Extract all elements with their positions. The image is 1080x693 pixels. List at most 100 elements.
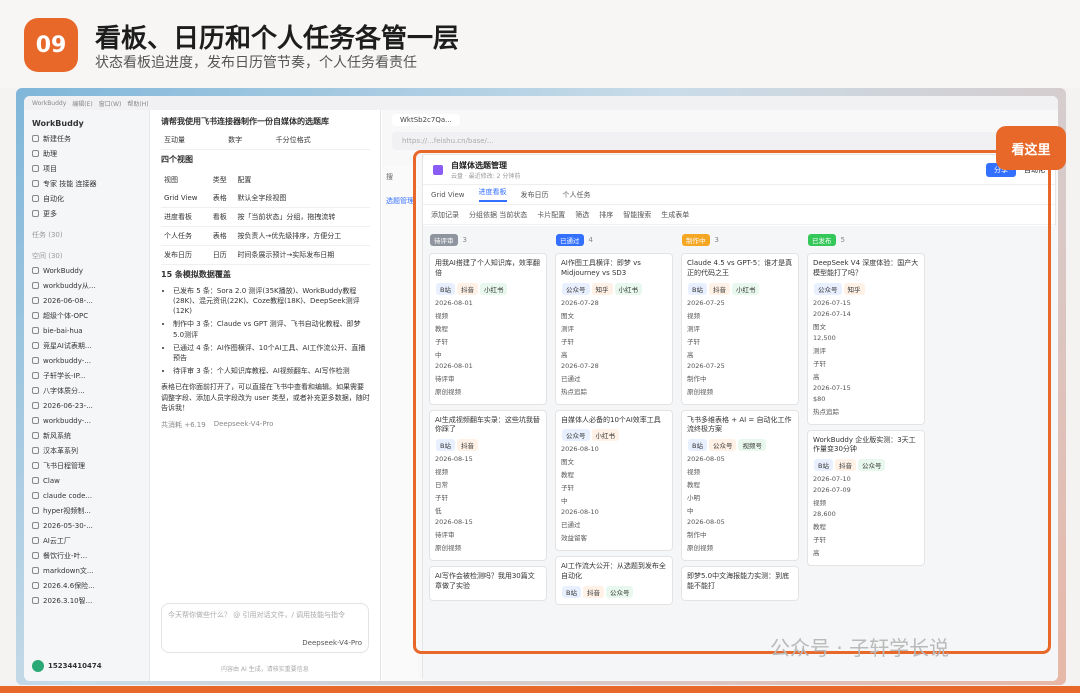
sidebar-nav-item[interactable]: 更多: [32, 206, 141, 221]
nav-icon: [32, 165, 39, 172]
message-meta: 共消耗 +6.19 Deepseek-V4-Pro: [161, 420, 370, 430]
sidebar-item-label: 2026-06-08-...: [43, 296, 93, 305]
menu-help[interactable]: 帮助(H): [127, 99, 148, 108]
model-label: Deepseek-V4-Pro: [213, 419, 274, 428]
avatar: [32, 659, 44, 672]
highlight-box: [413, 150, 1051, 654]
sidebar-item-label: claude code...: [43, 491, 93, 500]
sidebar-item[interactable]: 餐饮行业-叶...: [32, 548, 141, 563]
sidebar-nav-label: 专家 技能 连接器: [43, 179, 97, 188]
sidebar-nav-item[interactable]: 项目: [32, 161, 141, 176]
views-cell: 进度看板: [161, 207, 210, 227]
sidebar-nav-item[interactable]: 助理: [32, 146, 141, 161]
folder-icon: [32, 537, 39, 544]
sidebar-item[interactable]: 竞星AI试表期...: [32, 338, 141, 353]
tree-item[interactable]: 选题管理: [386, 196, 414, 206]
sidebar-nav-item[interactable]: 自动化: [32, 191, 141, 206]
views-cell: 时间条展示预计→实际发布日期: [234, 245, 370, 265]
look-here-callout: 看这里: [996, 126, 1066, 170]
sidebar-item[interactable]: markdown文...: [32, 563, 141, 578]
section-space[interactable]: 空间 (30): [32, 248, 141, 263]
folder-icon: [32, 447, 39, 454]
sidebar: WorkBuddy 新建任务助理 项目专家 技能 连接器自动化更多 任务 (30)…: [24, 110, 150, 681]
sidebar-item[interactable]: 2026-06-08-...: [32, 293, 141, 308]
views-table: 视图 类型 配置 Grid View 表格 默认全字段视图 进度看板 看板 按「当前状态」分组…: [161, 171, 370, 265]
views-cell: 按「当前状态」分组，拖拽流转: [234, 207, 370, 227]
field-config: 千分位格式: [272, 131, 370, 150]
sidebar-item-label: WorkBuddy: [43, 266, 83, 275]
folder-icon: [32, 402, 39, 409]
folder-icon: [32, 327, 39, 334]
sidebar-nav-label: 更多: [43, 209, 57, 218]
sidebar-item[interactable]: workbuddy-...: [32, 413, 141, 428]
folder-icon: [32, 522, 39, 529]
menu-edit[interactable]: 编辑(E): [72, 99, 92, 108]
sidebar-item-label: workbuddy-...: [43, 356, 91, 365]
app-name: WorkBuddy: [32, 99, 67, 107]
sidebar-item[interactable]: 2026-06-23-...: [32, 398, 141, 413]
browser-tab[interactable]: WktSb2c7Qa...: [392, 114, 460, 126]
folder-icon: [32, 267, 39, 274]
sidebar-brand: WorkBuddy: [32, 119, 84, 128]
chat-input[interactable]: 今天帮你做些什么？ @ 引用对话文件，/ 调用技能与指令 Deepseek-V4…: [161, 603, 369, 653]
views-row: 发布日历 日历 时间条展示预计→实际发布日期: [161, 245, 370, 265]
data-heading: 15 条模拟数据覆盖: [161, 270, 231, 279]
folder-icon: [32, 432, 39, 439]
chat-title: 请帮我使用飞书连接器制作一份自媒体的选题库: [161, 117, 329, 126]
sidebar-nav-label: 新建任务: [43, 134, 71, 143]
sidebar-item-label: AI云工厂: [43, 536, 71, 545]
views-cell: 按负责人→优先级排序，方便分工: [234, 226, 370, 246]
sidebar-item-label: 餐饮行业-叶...: [43, 551, 88, 560]
sidebar-item[interactable]: hyper视频制...: [32, 503, 141, 518]
folder-icon: [32, 282, 39, 289]
menu-window[interactable]: 窗口(W): [99, 99, 122, 108]
section-tasks[interactable]: 任务 (30): [32, 227, 141, 242]
sidebar-item[interactable]: bie-bai-hua: [32, 323, 141, 338]
sidebar-item-label: 竞星AI试表期...: [43, 341, 92, 350]
nav-icon: [32, 150, 39, 157]
views-cell: 表格: [209, 226, 235, 246]
sidebar-item[interactable]: WorkBuddy: [32, 263, 141, 278]
sidebar-nav-item[interactable]: 新建任务: [32, 131, 141, 146]
views-cell: 日历: [209, 245, 235, 265]
folder-icon: [32, 567, 39, 574]
nav-icon: [32, 135, 39, 142]
views-cell: 默认全字段视图: [234, 189, 370, 208]
model-select[interactable]: Deepseek-V4-Pro: [302, 639, 362, 647]
sidebar-item[interactable]: 2026-05-30-...: [32, 518, 141, 533]
top-field-row: 互动量 数字 千分位格式: [161, 131, 370, 150]
bottom-accent-bar: [0, 686, 1080, 693]
sidebar-item[interactable]: 子轩学长-IP...: [32, 368, 141, 383]
sidebar-item[interactable]: 新风系统: [32, 428, 141, 443]
sidebar-item[interactable]: AI云工厂: [32, 533, 141, 548]
sidebar-item[interactable]: 汉本革系列: [32, 443, 141, 458]
sidebar-item-label: 子轩学长-IP...: [43, 371, 86, 380]
sidebar-item[interactable]: Claw: [32, 473, 141, 488]
sidebar-item-label: workbuddy-...: [43, 416, 91, 425]
views-row: 进度看板 看板 按「当前状态」分组，拖拽流转: [161, 207, 370, 227]
sidebar-item[interactable]: claude code...: [32, 488, 141, 503]
slide-subtitle: 状态看板追进度，发布日历管节奏，个人任务看责任: [95, 55, 417, 71]
user-account[interactable]: 15234410474: [32, 658, 102, 673]
views-cell: 看板: [209, 207, 235, 227]
section-number-badge: 09: [24, 18, 78, 72]
views-cell: 表格: [209, 189, 235, 208]
sidebar-item-label: workbuddy从...: [43, 281, 96, 290]
sidebar-item[interactable]: 2026.4.6保险...: [32, 578, 141, 593]
col-config: 配置: [237, 176, 252, 184]
sidebar-item[interactable]: 2026.3.10智...: [32, 593, 141, 608]
folder-icon: [32, 372, 39, 379]
tree-search[interactable]: 搜: [386, 172, 414, 182]
sidebar-item[interactable]: workbuddy-...: [32, 353, 141, 368]
url-bar[interactable]: https://...feishu.cn/base/...: [392, 132, 1048, 150]
sidebar-item[interactable]: 八字体质分...: [32, 383, 141, 398]
data-summary-list: 已发布 5 条：Sora 2.0 测评(35K播放)、WorkBuddy教程(2…: [161, 286, 370, 376]
watermark: 公众号 · 子轩学长说: [770, 636, 950, 660]
sidebar-item[interactable]: 飞书日程管理: [32, 458, 141, 473]
sidebar-item[interactable]: workbuddy从...: [32, 278, 141, 293]
sidebar-nav-item[interactable]: 专家 技能 连接器: [32, 176, 141, 191]
sidebar-item[interactable]: 超级个体-OPC: [32, 308, 141, 323]
input-placeholder: 今天帮你做些什么？ @ 引用对话文件，/ 调用技能与指令: [168, 611, 346, 619]
views-cell: 发布日历: [161, 245, 210, 265]
sidebar-item-label: 2026-06-23-...: [43, 401, 93, 410]
